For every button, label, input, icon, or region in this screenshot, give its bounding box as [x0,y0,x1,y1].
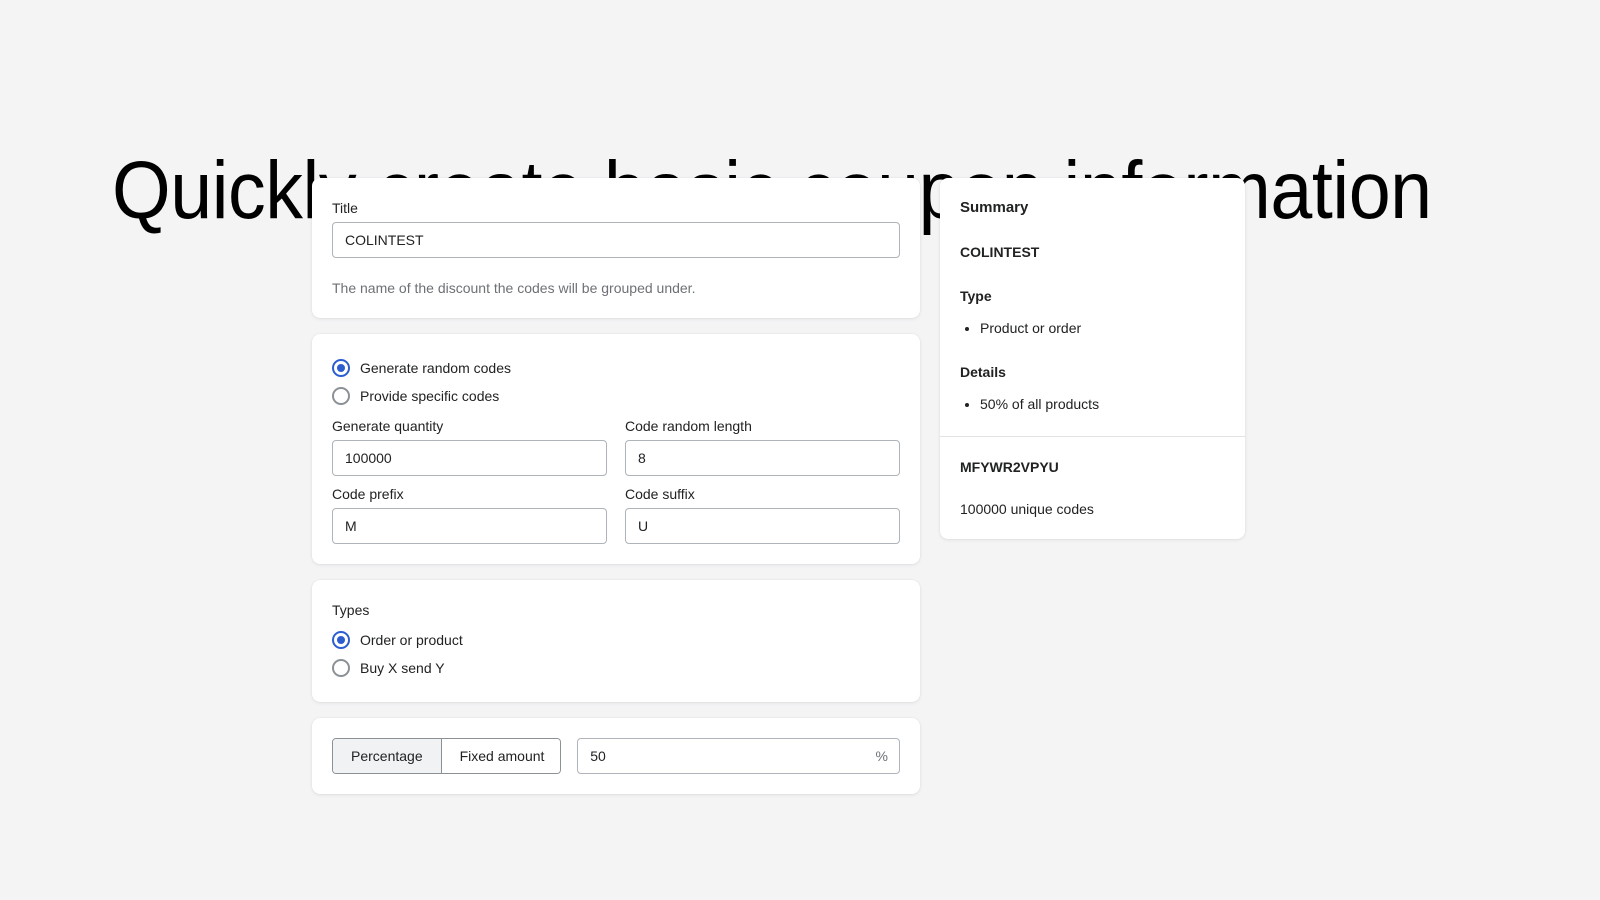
summary-details-list: 50% of all products [960,394,1225,414]
radio-icon-unselected [332,387,350,405]
segment-percentage[interactable]: Percentage [333,739,441,773]
discount-amount-input[interactable] [577,738,900,774]
code-random-length-input[interactable] [625,440,900,476]
generate-quantity-label: Generate quantity [332,418,444,434]
field-code-random-length: Code random length [625,416,900,476]
radio-generate-random-codes[interactable]: Generate random codes [332,354,900,382]
summary-discount-title: COLINTEST [960,244,1040,260]
discount-type-segmented-control[interactable]: Percentage Fixed amount [332,738,562,774]
title-card-body: Title The name of the discount the codes… [312,178,920,318]
summary-details-heading: Details [960,364,1006,380]
types-card-body: Types Order or product Buy X send Y [312,580,920,702]
list-item: 50% of all products [980,394,1225,414]
types-card: Types Order or product Buy X send Y [312,580,920,702]
radio-icon-selected [332,631,350,649]
content-columns: Title The name of the discount the codes… [312,178,1245,794]
title-input[interactable] [332,222,900,258]
summary-column: Summary COLINTEST Type Product or order … [940,178,1245,539]
code-prefix-label: Code prefix [332,486,404,502]
code-suffix-input[interactable] [625,508,900,544]
generate-quantity-input[interactable] [332,440,607,476]
amount-input-wrapper: % [577,738,900,774]
summary-code-sample: MFYWR2VPYU [960,459,1059,475]
summary-main-section: Summary COLINTEST Type Product or order … [940,178,1245,436]
summary-heading: Summary [960,199,1029,216]
summary-type-list: Product or order [960,318,1225,338]
summary-card: Summary COLINTEST Type Product or order … [940,178,1245,539]
radio-label-generate-random-codes: Generate random codes [360,360,511,376]
code-suffix-label: Code suffix [625,486,695,502]
title-card: Title The name of the discount the codes… [312,178,920,318]
radio-order-or-product[interactable]: Order or product [332,626,900,654]
list-item: Product or order [980,318,1225,338]
radio-provide-specific-codes[interactable]: Provide specific codes [332,382,900,410]
code-prefix-input[interactable] [332,508,607,544]
codes-card-body: Generate random codes Provide specific c… [312,334,920,564]
amount-row: Percentage Fixed amount % [332,738,900,774]
summary-type-heading: Type [960,288,992,304]
radio-icon-unselected [332,659,350,677]
radio-label-buy-x-send-y: Buy X send Y [360,660,445,676]
summary-code-count: 100000 unique codes [960,501,1094,517]
radio-label-order-or-product: Order or product [360,632,463,648]
main-column: Title The name of the discount the codes… [312,178,920,794]
codes-field-grid: Generate quantity Code random length Cod… [332,416,900,544]
summary-codes-section: MFYWR2VPYU 100000 unique codes [940,437,1245,539]
value-card: Percentage Fixed amount % [312,718,920,794]
title-field-label: Title [332,200,358,216]
radio-label-provide-specific-codes: Provide specific codes [360,388,500,404]
field-generate-quantity: Generate quantity [332,416,607,476]
field-code-suffix: Code suffix [625,484,900,544]
types-group-label: Types [332,602,370,618]
field-code-prefix: Code prefix [332,484,607,544]
value-card-body: Percentage Fixed amount % [312,718,920,794]
codes-card: Generate random codes Provide specific c… [312,334,920,564]
code-random-length-label: Code random length [625,418,752,434]
title-help-text: The name of the discount the codes will … [332,280,696,296]
page-root: Quickly create basic coupon information … [0,0,1600,900]
radio-buy-x-send-y[interactable]: Buy X send Y [332,654,900,682]
radio-icon-selected [332,359,350,377]
segment-fixed-amount[interactable]: Fixed amount [440,739,561,773]
